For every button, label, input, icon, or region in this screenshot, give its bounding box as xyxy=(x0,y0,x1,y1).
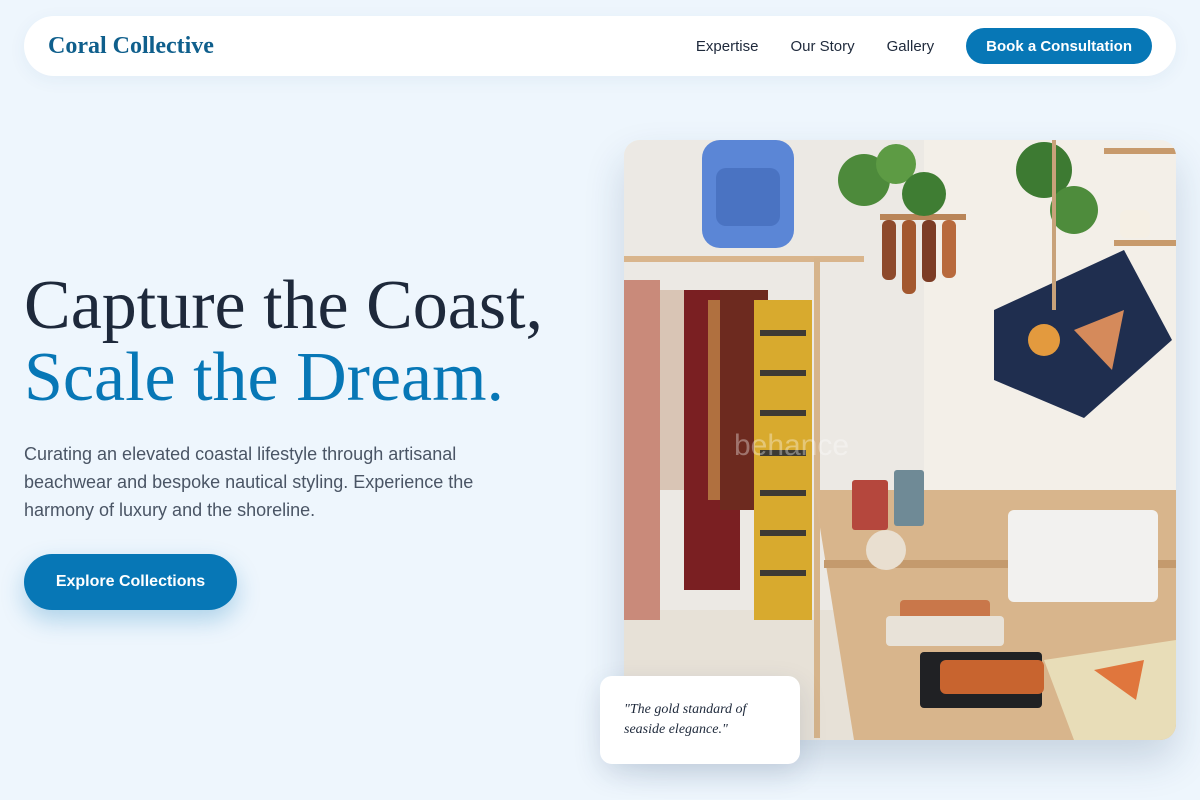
nav-link-expertise[interactable]: Expertise xyxy=(696,38,759,55)
testimonial-quote-card: "The gold standard of seaside elegance." xyxy=(600,676,800,764)
brand-logo[interactable]: Coral Collective xyxy=(48,33,214,60)
explore-collections-button[interactable]: Explore Collections xyxy=(24,554,237,610)
book-consultation-button[interactable]: Book a Consultation xyxy=(966,28,1152,64)
nav-link-our-story[interactable]: Our Story xyxy=(790,38,854,55)
nav-link-gallery[interactable]: Gallery xyxy=(887,38,935,55)
headline-line-2: Scale the Dream. xyxy=(24,339,505,416)
hero-text: Capture the Coast, Scale the Dream. Cura… xyxy=(24,270,584,524)
hero-subtext: Curating an elevated coastal lifestyle t… xyxy=(24,444,474,520)
headline-line-1: Capture the Coast, xyxy=(24,267,544,344)
hero-image-boutique-interior: behance xyxy=(624,140,1176,740)
nav-links: Expertise Our Story Gallery Book a Consu… xyxy=(696,28,1152,64)
hero-headline: Capture the Coast, Scale the Dream. xyxy=(24,270,584,414)
testimonial-quote-text: "The gold standard of seaside elegance." xyxy=(624,702,747,737)
top-navbar: Coral Collective Expertise Our Story Gal… xyxy=(24,16,1176,76)
image-watermark: behance xyxy=(734,429,849,462)
